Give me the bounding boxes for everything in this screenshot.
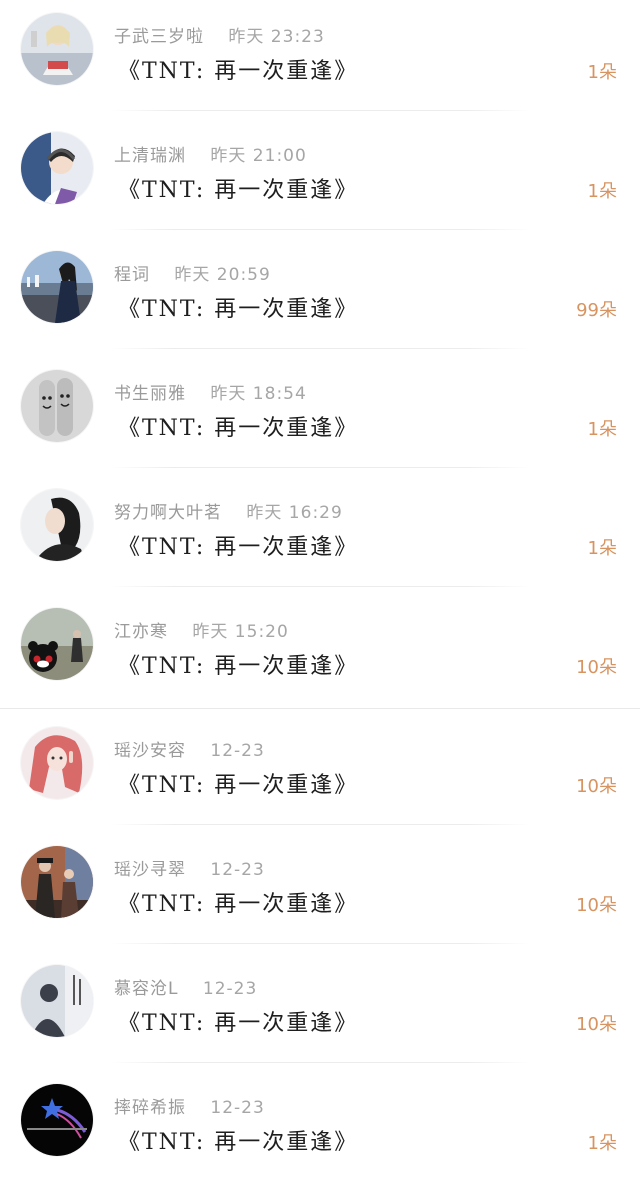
divider [0, 708, 640, 709]
avatar-kumamon-bear-icon[interactable] [21, 608, 93, 680]
flower-count: 1朵 [587, 419, 617, 440]
avatar-couple-street-icon[interactable] [21, 846, 93, 918]
list-item[interactable]: 瑶沙寻翠 12-23 《TNT: 再一次重逢》 10朵 [0, 833, 640, 952]
flower-count: 1朵 [587, 1133, 617, 1154]
user-name[interactable]: 程词 [114, 265, 150, 285]
user-name[interactable]: 瑶沙安容 [114, 741, 186, 761]
timestamp: 12-23 [202, 979, 258, 999]
item-meta: 江亦寒 昨天 15:20 [114, 617, 289, 642]
divider [110, 586, 530, 587]
item-meta: 努力啊大叶茗 昨天 16:29 [114, 498, 343, 523]
divider [110, 824, 530, 825]
timestamp: 昨天 16:29 [246, 503, 343, 523]
user-name[interactable]: 慕容沧L [114, 979, 178, 999]
item-title: 《TNT: 再一次重逢》 [118, 59, 359, 84]
avatar-shadow-silhouette-icon[interactable] [21, 965, 93, 1037]
item-meta: 瑶沙安容 12-23 [114, 736, 265, 761]
avatar-finger-faces-icon[interactable] [21, 370, 93, 442]
item-title: 《TNT: 再一次重逢》 [118, 1130, 359, 1155]
item-title: 《TNT: 再一次重逢》 [118, 773, 359, 798]
list-item[interactable]: 摔碎希振 12-23 《TNT: 再一次重逢》 1朵 [0, 1071, 640, 1190]
gift-record-list: 子武三岁啦 昨天 23:23 《TNT: 再一次重逢》 1朵 上清瑞渊 昨天 2… [0, 0, 640, 1192]
list-item[interactable]: 努力啊大叶茗 昨天 16:29 《TNT: 再一次重逢》 1朵 [0, 476, 640, 595]
timestamp: 12-23 [210, 860, 265, 880]
list-item[interactable]: 程词 昨天 20:59 《TNT: 再一次重逢》 99朵 [0, 238, 640, 357]
item-meta: 子武三岁啦 昨天 23:23 [114, 22, 325, 47]
user-name[interactable]: 摔碎希振 [114, 1098, 186, 1118]
timestamp: 昨天 21:00 [210, 146, 307, 166]
avatar-boy-headphones-icon[interactable] [21, 132, 93, 204]
flower-count: 10朵 [576, 776, 617, 797]
item-meta: 程词 昨天 20:59 [114, 260, 271, 285]
user-name[interactable]: 瑶沙寻翠 [114, 860, 186, 880]
flower-count: 99朵 [576, 300, 617, 321]
avatar-girl-sitting-icon[interactable] [21, 13, 93, 85]
timestamp: 昨天 18:54 [210, 384, 307, 404]
divider [110, 943, 530, 944]
divider [110, 1062, 530, 1063]
list-item[interactable]: 子武三岁啦 昨天 23:23 《TNT: 再一次重逢》 1朵 [0, 0, 640, 119]
item-title: 《TNT: 再一次重逢》 [118, 1011, 359, 1036]
flower-count: 1朵 [587, 181, 617, 202]
divider [110, 348, 530, 349]
item-meta: 慕容沧L 12-23 [114, 974, 258, 999]
flower-count: 10朵 [576, 895, 617, 916]
list-item[interactable]: 瑶沙安容 12-23 《TNT: 再一次重逢》 10朵 [0, 714, 640, 833]
flower-count: 10朵 [576, 657, 617, 678]
item-meta: 上清瑞渊 昨天 21:00 [114, 141, 307, 166]
list-item[interactable]: 上清瑞渊 昨天 21:00 《TNT: 再一次重逢》 1朵 [0, 119, 640, 238]
item-title: 《TNT: 再一次重逢》 [118, 654, 359, 679]
user-name[interactable]: 江亦寒 [114, 622, 168, 642]
timestamp: 12-23 [210, 1098, 265, 1118]
item-title: 《TNT: 再一次重逢》 [118, 297, 359, 322]
item-title: 《TNT: 再一次重逢》 [118, 178, 359, 203]
avatar-red-hair-girl-icon[interactable] [21, 727, 93, 799]
item-meta: 书生丽雅 昨天 18:54 [114, 379, 307, 404]
item-title: 《TNT: 再一次重逢》 [118, 416, 359, 441]
list-item[interactable]: 江亦寒 昨天 15:20 《TNT: 再一次重逢》 10朵 [0, 595, 640, 714]
avatar-man-harbor-icon[interactable] [21, 251, 93, 323]
timestamp: 昨天 23:23 [228, 27, 325, 47]
flower-count: 1朵 [587, 62, 617, 83]
avatar-woman-profile-icon[interactable] [21, 489, 93, 561]
user-name[interactable]: 书生丽雅 [114, 384, 186, 404]
item-title: 《TNT: 再一次重逢》 [118, 892, 359, 917]
list-item[interactable]: 书生丽雅 昨天 18:54 《TNT: 再一次重逢》 1朵 [0, 357, 640, 476]
list-item[interactable]: 慕容沧L 12-23 《TNT: 再一次重逢》 10朵 [0, 952, 640, 1071]
user-name[interactable]: 子武三岁啦 [114, 27, 204, 47]
divider [110, 229, 530, 230]
flower-count: 1朵 [587, 538, 617, 559]
flower-count: 10朵 [576, 1014, 617, 1035]
divider [110, 110, 530, 111]
user-name[interactable]: 努力啊大叶茗 [114, 503, 222, 523]
item-title: 《TNT: 再一次重逢》 [118, 535, 359, 560]
divider [110, 467, 530, 468]
timestamp: 昨天 20:59 [174, 265, 271, 285]
timestamp: 12-23 [210, 741, 265, 761]
avatar-shooting-star-icon[interactable] [21, 1084, 93, 1156]
timestamp: 昨天 15:20 [192, 622, 289, 642]
item-meta: 瑶沙寻翠 12-23 [114, 855, 265, 880]
user-name[interactable]: 上清瑞渊 [114, 146, 186, 166]
item-meta: 摔碎希振 12-23 [114, 1093, 265, 1118]
